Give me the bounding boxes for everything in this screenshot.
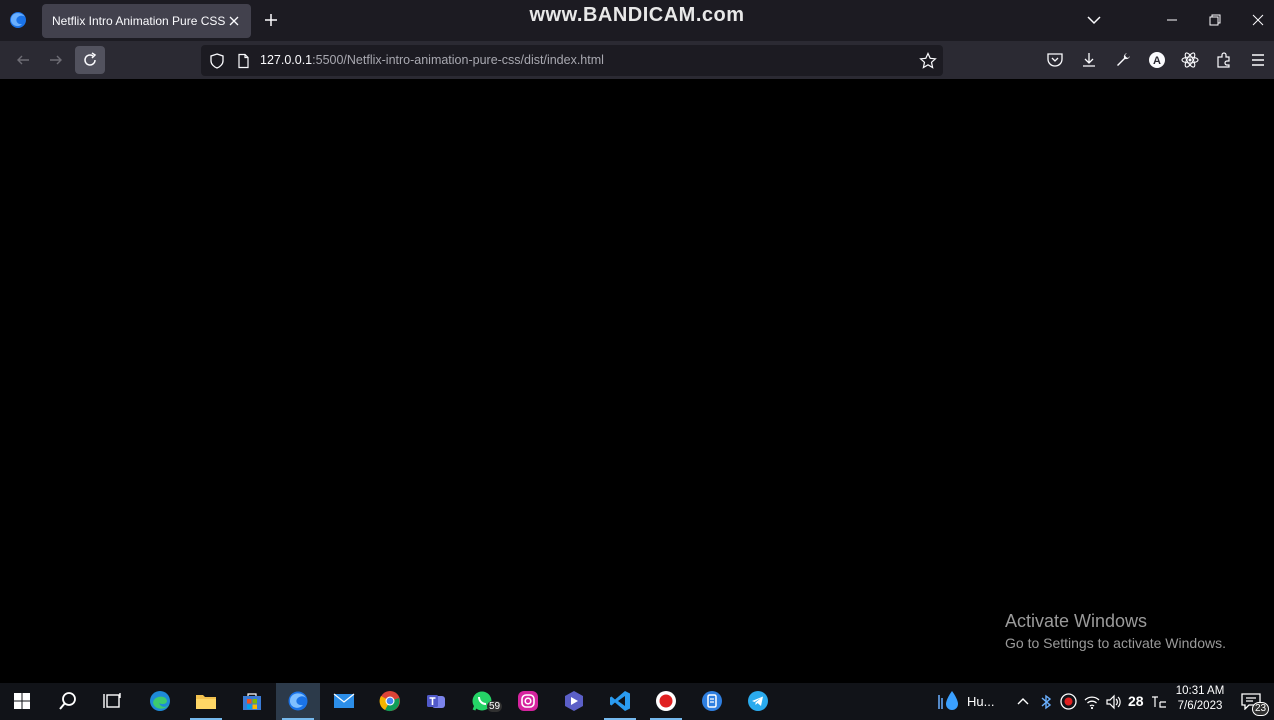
- url-host: 127.0.0.1: [260, 53, 313, 67]
- menu-hamburger-icon[interactable]: [1248, 50, 1268, 70]
- navigation-bar: 127.0.0.1:5500/Netflix-intro-animation-p…: [0, 41, 1274, 79]
- extension-react-icon[interactable]: [1180, 50, 1200, 70]
- edge-icon: [150, 691, 170, 711]
- url-bar[interactable]: 127.0.0.1:5500/Netflix-intro-animation-p…: [201, 45, 943, 76]
- clock-date: 7/6/2023: [1177, 700, 1223, 712]
- task-view-button[interactable]: [90, 683, 134, 720]
- teams-icon: [427, 695, 445, 708]
- temperature-reading[interactable]: 28: [1128, 693, 1144, 709]
- taskbar-app[interactable]: [552, 683, 596, 720]
- chrome-icon: [379, 691, 400, 712]
- reload-icon: [84, 52, 97, 66]
- taskbar-file-explorer[interactable]: [184, 683, 228, 720]
- taskbar-instagram[interactable]: [506, 683, 550, 720]
- restore-icon[interactable]: [1204, 9, 1226, 31]
- url-path: :5500/Netflix-intro-animation-pure-css/d…: [312, 53, 604, 67]
- close-window-icon[interactable]: [1247, 9, 1269, 31]
- pocket-icon[interactable]: [1045, 50, 1065, 70]
- whatsapp-badge: 59: [487, 701, 503, 712]
- activate-windows-subtitle: Go to Settings to activate Windows.: [1005, 635, 1226, 651]
- wrench-icon[interactable]: [1113, 50, 1133, 70]
- taskbar-telegram[interactable]: [736, 683, 780, 720]
- reload-button[interactable]: [75, 46, 105, 74]
- notification-count: 23: [1252, 702, 1270, 716]
- volume-icon[interactable]: [1105, 694, 1123, 710]
- start-button[interactable]: [0, 683, 44, 720]
- activate-windows-watermark: Activate Windows Go to Settings to activ…: [1005, 611, 1226, 651]
- screen: Netflix Intro Animation Pure CSS www.BAN…: [0, 0, 1274, 720]
- taskbar-store[interactable]: [230, 683, 274, 720]
- weather-humidity-icon[interactable]: [937, 689, 961, 713]
- url-text: 127.0.0.1:5500/Netflix-intro-animation-p…: [260, 53, 604, 67]
- record-icon: [656, 691, 676, 711]
- wifi-icon[interactable]: [1084, 694, 1100, 710]
- taskbar-bandicam[interactable]: [644, 683, 688, 720]
- record-tray-icon[interactable]: [1060, 693, 1077, 710]
- activate-windows-title: Activate Windows: [1005, 611, 1148, 631]
- notification-center-button[interactable]: 23: [1238, 683, 1274, 720]
- extensions-puzzle-icon[interactable]: [1214, 50, 1234, 70]
- windows-start-icon: [14, 693, 30, 709]
- search-icon: [59, 692, 76, 710]
- page-info-icon[interactable]: [235, 53, 251, 69]
- telegram-icon: [748, 691, 768, 711]
- back-button[interactable]: [8, 46, 38, 74]
- file-explorer-icon: [196, 695, 216, 709]
- input-method-icon[interactable]: [1150, 694, 1168, 710]
- taskbar-teams[interactable]: [414, 683, 458, 720]
- bluetooth-icon[interactable]: [1040, 694, 1052, 710]
- bandicam-watermark: www.BANDICAM.com: [529, 4, 745, 26]
- chevron-up-icon[interactable]: [1016, 695, 1030, 709]
- taskbar-whatsapp[interactable]: 59: [460, 683, 504, 720]
- taskbar: 59 Hu... 28 10:31 AM 7/6/2023 23: [0, 683, 1274, 720]
- taskbar-mail[interactable]: [322, 683, 366, 720]
- tracking-protection-shield-icon[interactable]: [209, 53, 225, 69]
- mail-icon: [333, 693, 355, 708]
- firefox-icon: [288, 691, 308, 711]
- taskbar-vscode[interactable]: [598, 683, 642, 720]
- download-icon[interactable]: [1079, 50, 1099, 70]
- clock-time: 10:31 AM: [1175, 685, 1225, 697]
- svg-text:A: A: [1153, 55, 1161, 67]
- tab-strip: Netflix Intro Animation Pure CSS www.BAN…: [0, 0, 1274, 41]
- app-icon: [565, 691, 583, 711]
- instagram-icon: [518, 691, 538, 711]
- taskbar-search-button[interactable]: [46, 683, 90, 720]
- bookmark-star-icon[interactable]: [919, 52, 937, 70]
- taskbar-chrome[interactable]: [368, 683, 412, 720]
- page-content: Activate Windows Go to Settings to activ…: [0, 79, 1274, 683]
- taskbar-app2[interactable]: [690, 683, 734, 720]
- task-view-icon: [103, 693, 121, 708]
- weather-label[interactable]: Hu...: [967, 694, 994, 709]
- clock[interactable]: 10:31 AM 7/6/2023: [1172, 685, 1228, 712]
- vscode-icon: [610, 691, 630, 711]
- arrow-right-icon: [50, 55, 62, 65]
- minimize-icon[interactable]: [1161, 9, 1183, 31]
- account-avatar-icon[interactable]: A: [1147, 50, 1167, 70]
- store-icon: [243, 693, 261, 710]
- list-all-tabs-icon[interactable]: [1084, 10, 1104, 30]
- app2-icon: [702, 691, 722, 711]
- taskbar-edge[interactable]: [138, 683, 182, 720]
- arrow-left-icon: [17, 55, 29, 65]
- forward-button[interactable]: [41, 46, 71, 74]
- taskbar-firefox[interactable]: [276, 683, 320, 720]
